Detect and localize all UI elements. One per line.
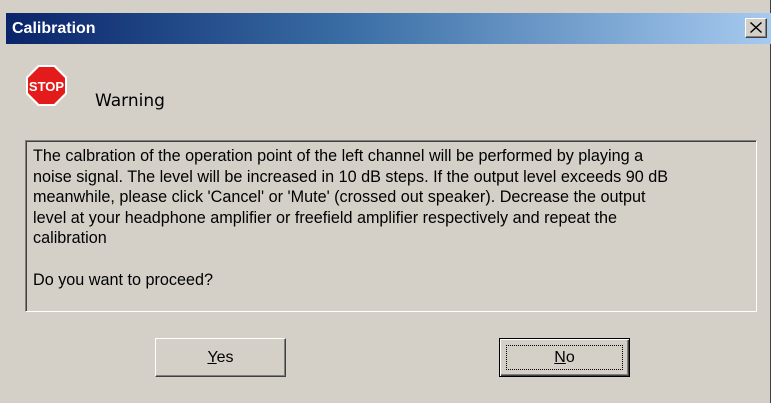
message-box: The calbration of the operation point of… bbox=[25, 140, 757, 312]
warning-heading: Warning bbox=[95, 91, 165, 111]
calibration-dialog: Calibration STOP Warning The calbration … bbox=[0, 0, 771, 403]
no-button[interactable]: No bbox=[499, 338, 630, 377]
title-bar[interactable]: Calibration bbox=[6, 13, 771, 44]
close-button[interactable] bbox=[745, 18, 767, 38]
yes-button[interactable]: Yes bbox=[155, 338, 286, 377]
stop-icon: STOP bbox=[26, 65, 67, 106]
stop-icon-text: STOP bbox=[29, 79, 64, 94]
question-text: Do you want to proceed? bbox=[33, 270, 213, 289]
yes-button-label: Yes bbox=[207, 349, 234, 366]
message-text: The calbration of the operation point of… bbox=[33, 147, 668, 247]
close-icon bbox=[750, 22, 762, 33]
no-button-label: No bbox=[554, 349, 575, 366]
window-title: Calibration bbox=[12, 20, 96, 37]
